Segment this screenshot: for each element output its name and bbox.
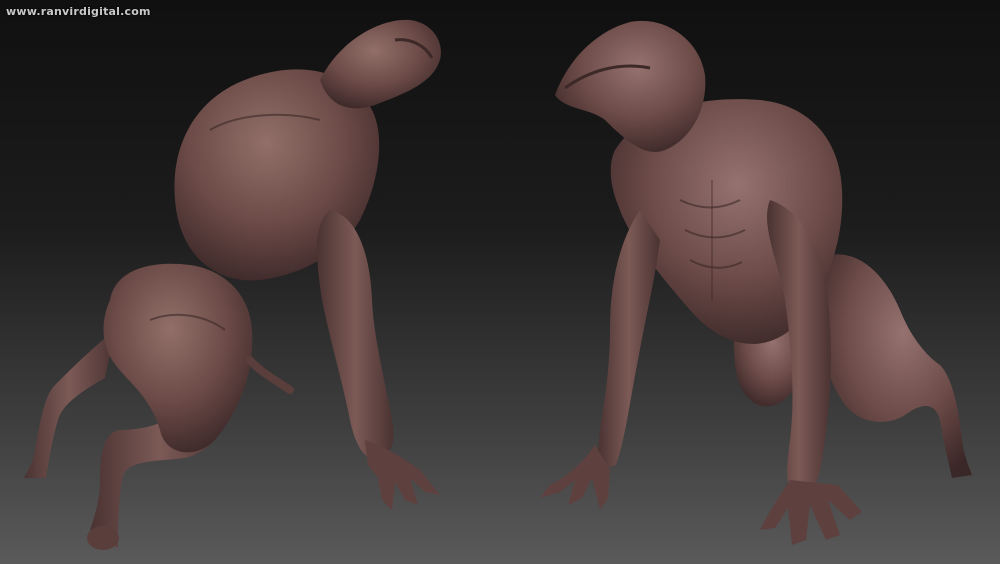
render-viewport: www.ranvirdigital.com bbox=[0, 0, 1000, 564]
creature-back-view bbox=[24, 19, 441, 550]
creature-front-view bbox=[540, 20, 972, 545]
watermark-url: www.ranvirdigital.com bbox=[6, 5, 151, 18]
sculpt-render bbox=[24, 19, 972, 550]
